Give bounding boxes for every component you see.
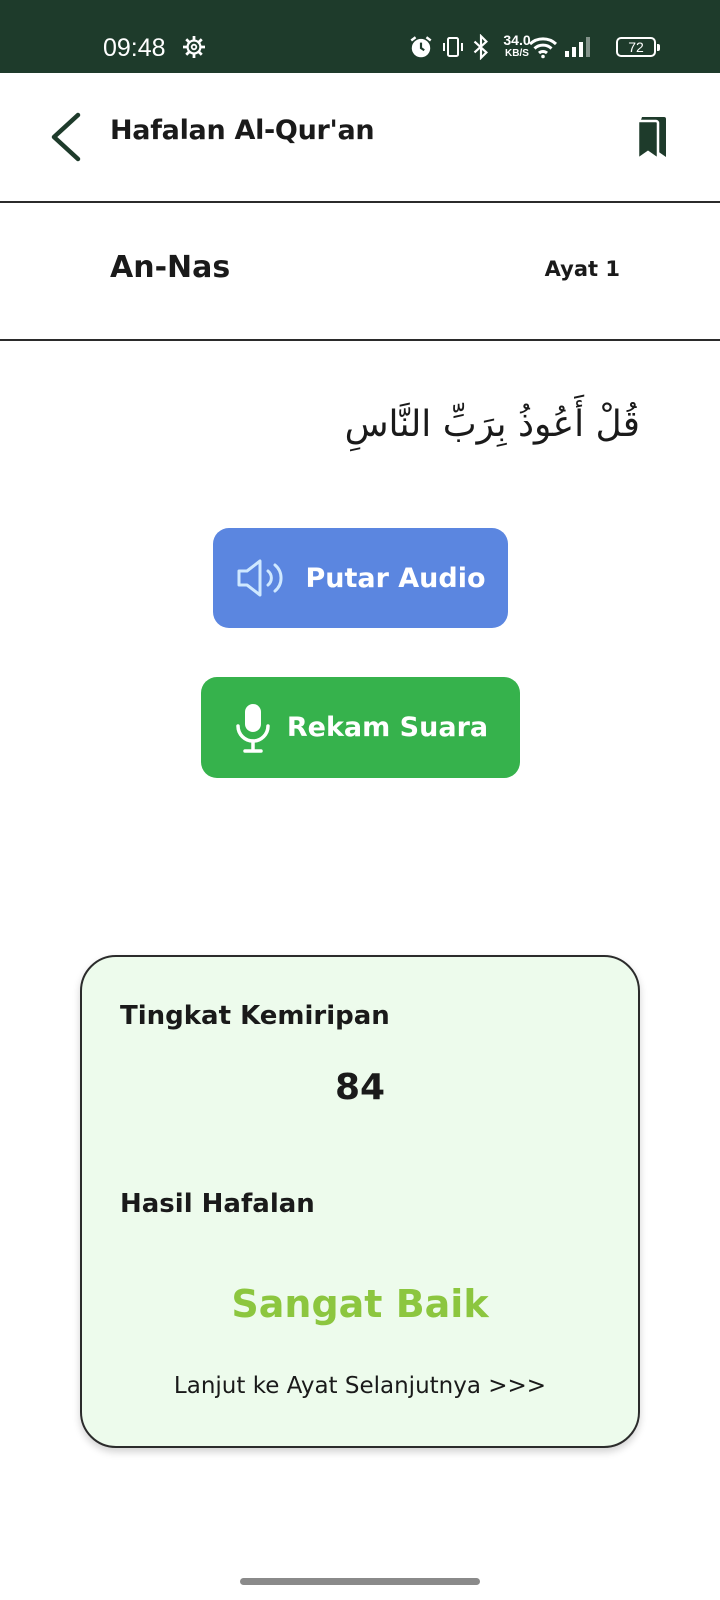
- wifi-icon: [528, 37, 558, 59]
- speaker-icon: [237, 559, 283, 597]
- vibrate-icon: [443, 37, 463, 57]
- similarity-score: 84: [334, 1067, 386, 1108]
- record-voice-label: Rekam Suara: [286, 712, 489, 743]
- similarity-label: Tingkat Kemiripan: [120, 1001, 390, 1031]
- battery-indicator: 72: [616, 37, 660, 57]
- surah-name: An-Nas: [110, 250, 231, 285]
- play-audio-button[interactable]: Putar Audio: [213, 528, 508, 628]
- play-audio-label: Putar Audio: [305, 562, 486, 594]
- status-time: 09:48: [103, 34, 166, 62]
- settings-gear-icon: [183, 36, 205, 58]
- page-title: Hafalan Al-Qur'an: [110, 115, 375, 146]
- verse-arabic-text: قُلْ أَعُوذُ بِرَبِّ النَّاسِ: [344, 404, 640, 445]
- signal-icon: [565, 37, 590, 57]
- ayat-number: Ayat 1: [544, 257, 620, 281]
- next-ayat-link[interactable]: Lanjut ke Ayat Selanjutnya >>>: [82, 1373, 638, 1399]
- app-bar: Hafalan Al-Qur'an: [0, 73, 720, 203]
- microphone-icon: [236, 703, 270, 753]
- surah-header: An-Nas Ayat 1: [0, 203, 720, 341]
- result-card: Tingkat Kemiripan 84 Hasil Hafalan Sanga…: [80, 955, 640, 1448]
- status-bar: 09:48 34.0 KB/S 72: [0, 0, 720, 73]
- memorization-grade: Sangat Baik: [231, 1282, 489, 1326]
- home-indicator[interactable]: [240, 1578, 480, 1585]
- result-label: Hasil Hafalan: [120, 1189, 315, 1219]
- bookmark-icon[interactable]: [632, 113, 672, 161]
- back-arrow-icon[interactable]: [42, 109, 92, 165]
- record-voice-button[interactable]: Rekam Suara: [201, 677, 520, 778]
- alarm-icon: [410, 36, 432, 58]
- bluetooth-icon: [473, 34, 488, 60]
